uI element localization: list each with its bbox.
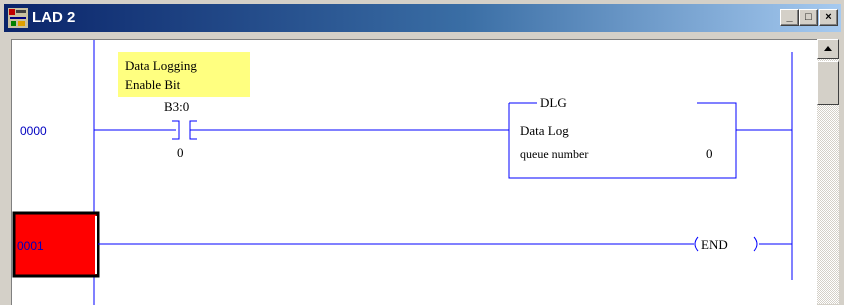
maximize-icon: □	[805, 11, 812, 23]
minimize-button[interactable]: _	[780, 9, 799, 26]
rung-0001[interactable]: 0001 END	[12, 211, 792, 278]
end-instruction[interactable]: END	[688, 236, 758, 252]
ladder-diagram: 0000 Data Logging Enable Bit B3:0 0 DLG …	[12, 40, 793, 305]
arrow-up-icon	[824, 46, 832, 51]
close-button[interactable]: ×	[819, 9, 838, 26]
parameter-label: queue number	[520, 147, 588, 161]
maximize-button[interactable]: □	[799, 9, 818, 26]
scroll-up-button[interactable]	[817, 39, 839, 59]
instruction-title: Data Log	[520, 123, 569, 138]
close-icon: ×	[825, 11, 832, 23]
ladder-app-icon	[8, 8, 28, 28]
instruction-mnemonic: DLG	[540, 95, 567, 110]
comment-line-1: Data Logging	[125, 58, 197, 73]
ladder-window: LAD 2 _ □ × 0000 Data Logging Enable Bit…	[0, 0, 844, 305]
contact-address: B3:0	[164, 99, 189, 114]
title-bar[interactable]: LAD 2 _ □ ×	[4, 4, 841, 32]
rung-number: 0000	[20, 124, 47, 138]
minimize-icon: _	[786, 11, 793, 23]
rung-number: 0001	[17, 239, 44, 253]
comment-line-2: Enable Bit	[125, 77, 181, 92]
parameter-value[interactable]: 0	[706, 146, 713, 161]
rung-0000[interactable]: 0000 Data Logging Enable Bit B3:0 0 DLG …	[20, 52, 792, 179]
dlg-instruction-block[interactable]: DLG Data Log queue number 0	[508, 95, 737, 179]
scroll-thumb[interactable]	[817, 61, 839, 105]
ladder-editor-area[interactable]: 0000 Data Logging Enable Bit B3:0 0 DLG …	[11, 39, 817, 305]
contact-bit: 0	[177, 145, 184, 160]
end-label: END	[701, 237, 728, 252]
window-title: LAD 2	[32, 9, 76, 26]
vertical-scrollbar[interactable]	[817, 39, 839, 304]
